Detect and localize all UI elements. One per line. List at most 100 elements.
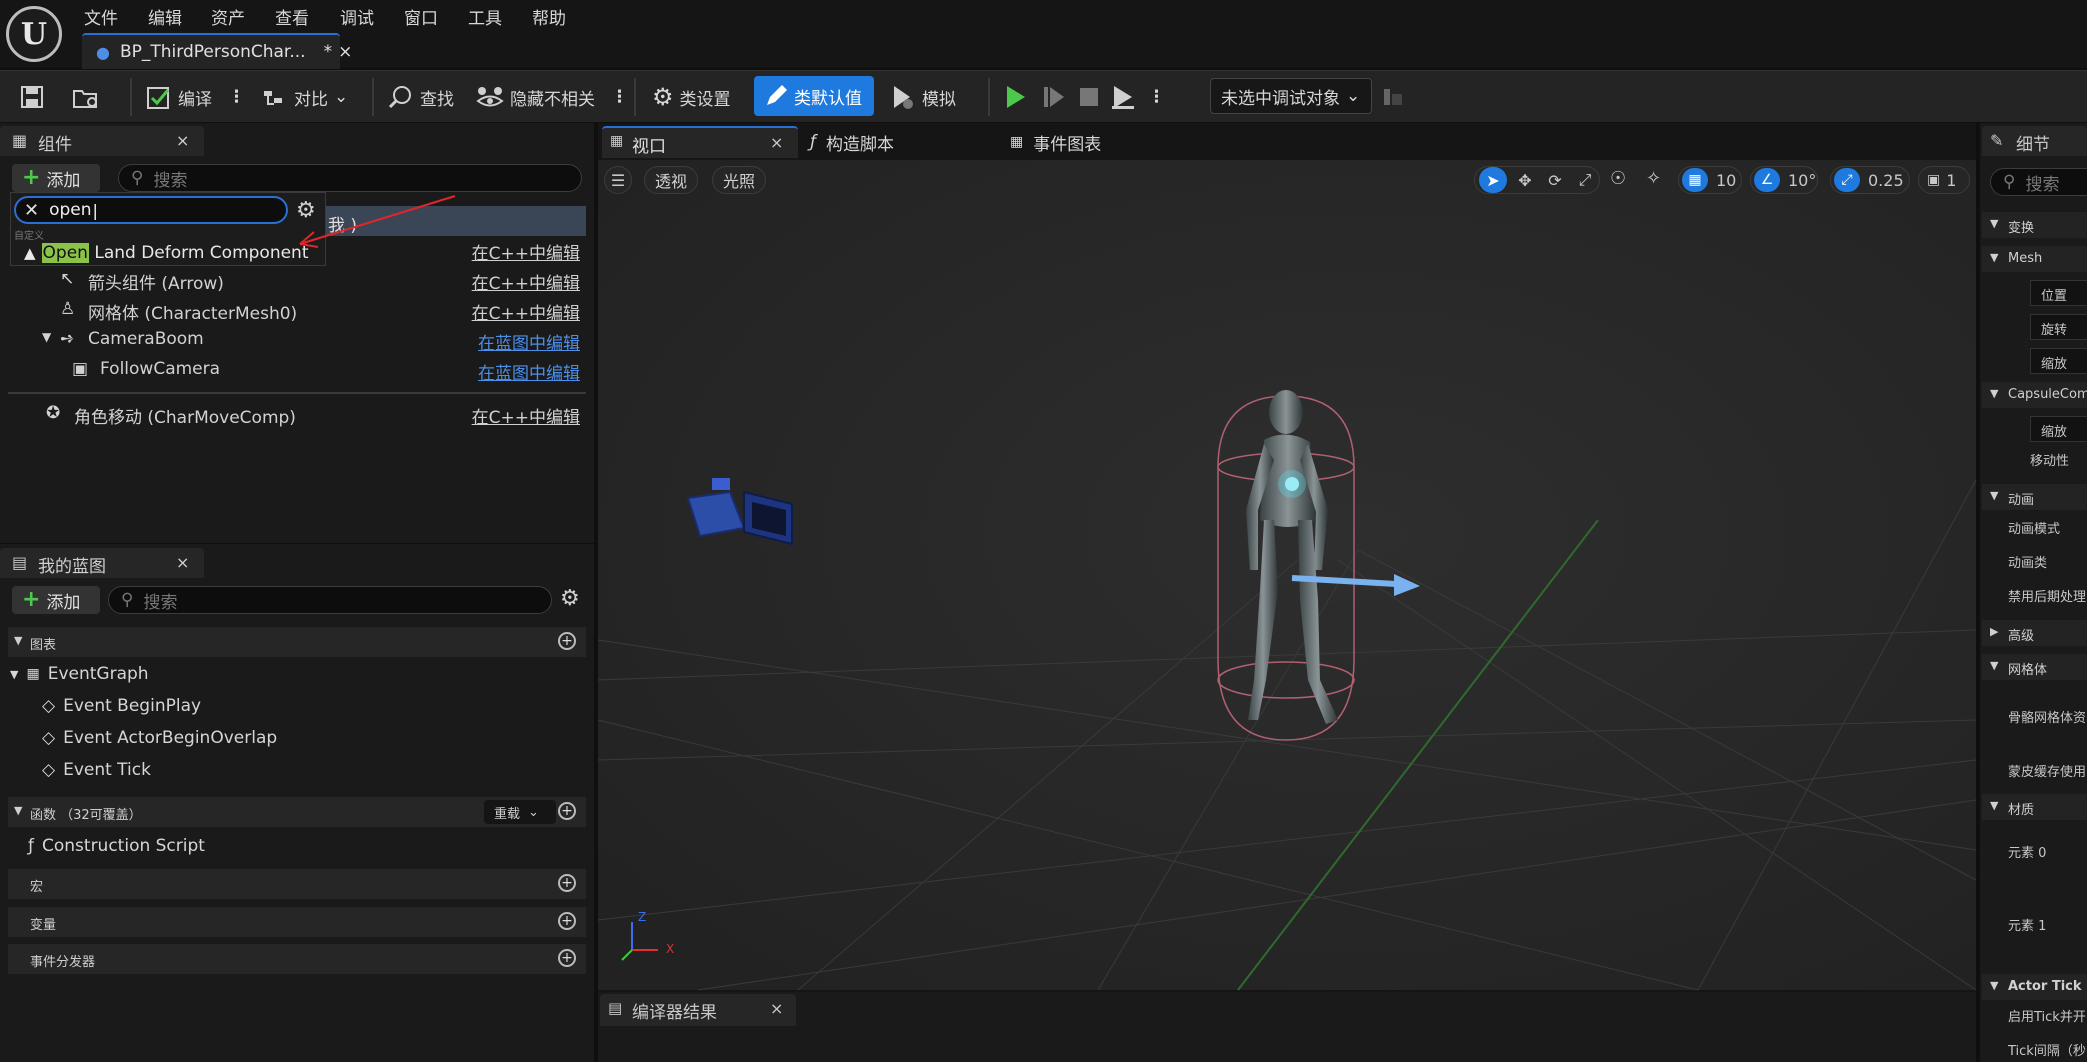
- details-section-header[interactable]: ▼ Mesh: [1982, 246, 2087, 272]
- event-item[interactable]: ◇ Event BeginPlay: [42, 696, 201, 716]
- details-property-button[interactable]: 缩放: [2030, 348, 2087, 374]
- my-blueprint-tab[interactable]: ▤ 我的蓝图 ×: [0, 548, 204, 578]
- grid-snap-icon[interactable]: ▦: [1682, 168, 1708, 192]
- section-label: 事件分发器: [30, 955, 96, 970]
- event-item[interactable]: ◇ Event ActorBeginOverlap: [42, 728, 277, 748]
- search-placeholder: 搜索: [2025, 174, 2060, 195]
- scale-tool-icon[interactable]: ⤢: [1573, 170, 1597, 190]
- details-property-label: 蒙皮缓存使用: [2008, 765, 2087, 780]
- camera-speed-control[interactable]: ▣ 1: [1918, 166, 1970, 194]
- details-property-button[interactable]: 位置: [2030, 280, 2087, 306]
- graphs-section-header[interactable]: ▼ 图表 +: [8, 627, 586, 657]
- override-dropdown[interactable]: 重载 ⌄: [484, 800, 556, 824]
- section-label: 网格体: [2008, 663, 2048, 678]
- rotation-snap-icon[interactable]: ∠: [1754, 168, 1780, 192]
- event-graph-item[interactable]: ▼ ▦ EventGraph: [10, 664, 149, 684]
- details-property-label: Tick间隔（秒: [2008, 1044, 2086, 1059]
- lit-label: 光照: [723, 172, 756, 191]
- section-label: 函数 （32可覆盖）: [30, 808, 142, 823]
- pencil-icon: ✎: [1990, 131, 2004, 150]
- gear-icon[interactable]: ⚙: [560, 586, 580, 611]
- details-property-label: 禁用后期处理: [2008, 590, 2087, 605]
- tab-construction-script[interactable]: ƒ 构造脚本: [810, 127, 894, 157]
- details-property-label: 元素 1: [2008, 919, 2047, 934]
- compiler-results-title: 编译器结果: [632, 1003, 717, 1023]
- event-item[interactable]: ◇ Event Tick: [42, 760, 151, 780]
- expand-arrow-icon: ▶: [1990, 625, 1999, 638]
- details-property-button[interactable]: 旋转: [2030, 314, 2087, 340]
- section-label: Actor Tick: [2008, 979, 2082, 994]
- scale-snap-icon[interactable]: ⤢: [1834, 168, 1860, 192]
- scale-snap-control[interactable]: ⤢ 0.25: [1830, 166, 1910, 194]
- compiler-results-icon: ▤: [608, 999, 623, 1017]
- add-macro-icon[interactable]: +: [558, 874, 576, 892]
- world-local-icon[interactable]: ☉: [1610, 168, 1626, 189]
- event-label: Event Tick: [63, 760, 151, 780]
- collapse-arrow-icon: ▼: [1990, 387, 1999, 400]
- collapse-arrow-icon: ▼: [1990, 799, 1999, 812]
- close-panel-icon[interactable]: ×: [176, 553, 189, 572]
- event-graph-label: EventGraph: [47, 664, 149, 684]
- tab-event-graph[interactable]: ▦ 事件图表: [1010, 127, 1101, 157]
- search-placeholder: 搜索: [143, 592, 178, 613]
- my-blueprint-title: 我的蓝图: [38, 557, 106, 577]
- section-label: 宏: [30, 880, 44, 895]
- collapse-arrow-icon: ▼: [10, 667, 19, 681]
- add-function-icon[interactable]: +: [558, 802, 576, 820]
- details-section-header[interactable]: ▼ 材质: [1982, 794, 2087, 820]
- section-label: CapsuleComp: [2008, 387, 2087, 402]
- tab-label: 视口: [632, 137, 666, 157]
- details-section-header[interactable]: ▼ 网格体: [1982, 654, 2087, 680]
- lit-mode-button[interactable]: 光照: [712, 166, 767, 194]
- rotation-snap-control[interactable]: ∠ 10°: [1750, 166, 1818, 194]
- details-section-header[interactable]: ▶ 高级: [1982, 620, 2087, 646]
- macros-section-header[interactable]: 宏 +: [8, 869, 586, 899]
- blueprint-book-icon: ▤: [12, 553, 28, 572]
- viewport-grid: [597, 160, 1977, 991]
- grid-snap-control[interactable]: ▦ 10: [1678, 166, 1742, 194]
- close-tab-icon[interactable]: ×: [770, 133, 783, 152]
- dispatchers-section-header[interactable]: 事件分发器 +: [8, 944, 586, 974]
- translate-tool-icon[interactable]: ✥: [1513, 171, 1537, 190]
- rotation-snap-value: 10°: [1788, 170, 1817, 190]
- axis-x-label: X: [666, 942, 675, 956]
- construction-label: Construction Script: [42, 836, 205, 856]
- functions-section-header[interactable]: ▼ 函数 （32可覆盖） 重载 ⌄ +: [8, 797, 586, 827]
- tab-viewport[interactable]: ▦ 视口 ×: [602, 126, 798, 158]
- function-icon: ƒ: [28, 836, 34, 856]
- add-member-button[interactable]: + 添加: [12, 586, 100, 614]
- select-tool-icon[interactable]: ➤: [1479, 167, 1507, 193]
- surface-snap-icon[interactable]: ✧: [1646, 168, 1661, 189]
- add-graph-icon[interactable]: +: [558, 632, 576, 650]
- construction-script-item[interactable]: ƒ Construction Script: [28, 836, 205, 856]
- collapse-arrow-icon: ▼: [14, 804, 23, 817]
- event-graph-icon: ▦: [1010, 134, 1024, 150]
- details-property-label: 动画类: [2008, 556, 2048, 571]
- details-property-label: 启用Tick并开: [2008, 1010, 2086, 1025]
- details-property-button[interactable]: 缩放: [2030, 416, 2087, 442]
- scale-snap-value: 0.25: [1868, 170, 1904, 190]
- event-diamond-icon: ◇: [42, 696, 56, 716]
- add-variable-icon[interactable]: +: [558, 912, 576, 930]
- viewport-menu-icon[interactable]: ☰: [604, 166, 632, 194]
- details-section-header[interactable]: ▼ 动画: [1982, 484, 2087, 510]
- collapse-arrow-icon: ▼: [1990, 979, 1999, 992]
- compiler-results-tab[interactable]: ▤ 编译器结果 ×: [600, 994, 796, 1026]
- perspective-button[interactable]: 透视: [644, 166, 699, 194]
- section-label: Mesh: [2008, 251, 2043, 266]
- event-diamond-icon: ◇: [42, 728, 56, 748]
- event-label: Event ActorBeginOverlap: [63, 728, 278, 748]
- my-blueprint-search[interactable]: ⚲ 搜索: [108, 586, 552, 614]
- details-section-header[interactable]: ▼ 变换: [1982, 212, 2087, 238]
- tab-label: 事件图表: [1033, 134, 1102, 155]
- tab-label: 构造脚本: [826, 134, 894, 155]
- details-section-header[interactable]: ▼ Actor Tick: [1982, 974, 2087, 1000]
- add-dispatcher-icon[interactable]: +: [558, 949, 576, 967]
- variables-section-header[interactable]: 变量 +: [8, 907, 586, 937]
- details-search[interactable]: ⚲ 搜索: [1990, 168, 2087, 196]
- perspective-label: 透视: [655, 172, 688, 191]
- details-tab[interactable]: ✎ 细节: [1982, 126, 2087, 156]
- rotate-tool-icon[interactable]: ⟳: [1543, 171, 1567, 190]
- details-section-header[interactable]: ▼ CapsuleComp: [1982, 382, 2087, 408]
- close-tab-icon[interactable]: ×: [770, 999, 783, 1018]
